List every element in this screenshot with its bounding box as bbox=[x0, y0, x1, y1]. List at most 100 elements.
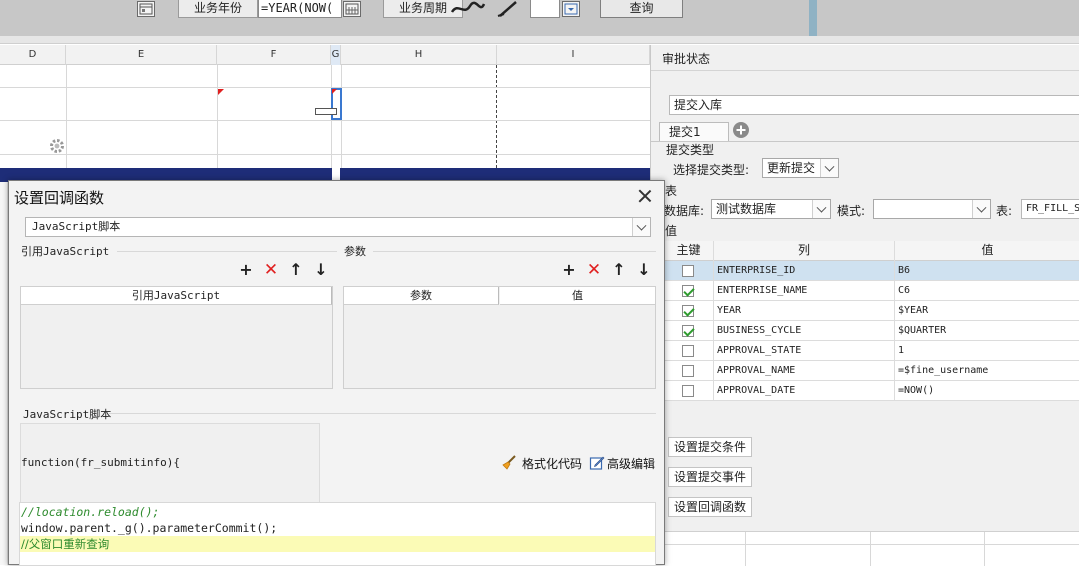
param-column-header: 参数 bbox=[344, 287, 499, 305]
column-header-h[interactable]: H bbox=[341, 45, 497, 65]
table-input[interactable]: FR_FILL_S bbox=[1021, 199, 1079, 219]
move-up-icon[interactable]: ↑ bbox=[287, 261, 305, 279]
table-row[interactable]: YEAR $YEAR bbox=[664, 301, 1079, 321]
table-row[interactable]: APPROVAL_NAME =$fine_username bbox=[664, 361, 1079, 381]
add-icon[interactable]: + bbox=[237, 261, 255, 279]
tab-submit-1[interactable]: 提交1 bbox=[659, 122, 729, 142]
column-name-cell[interactable]: ENTERPRISE_ID bbox=[714, 261, 895, 281]
choose-submit-type-label: 选择提交类型: bbox=[673, 163, 750, 177]
value-cell[interactable]: 1 bbox=[895, 341, 1079, 361]
format-code-link[interactable]: 格式化代码 bbox=[522, 455, 582, 472]
primary-key-checkbox[interactable] bbox=[682, 305, 694, 317]
value-column-header[interactable]: 值 bbox=[895, 241, 1079, 261]
database-label: 数据库: bbox=[664, 204, 705, 218]
value-section: 值 bbox=[665, 224, 678, 238]
primary-key-checkbox[interactable] bbox=[682, 325, 694, 337]
value-cell[interactable]: $QUARTER bbox=[895, 321, 1079, 341]
chevron-down-icon[interactable] bbox=[820, 159, 838, 177]
column-name-cell[interactable]: YEAR bbox=[714, 301, 895, 321]
submit-name-input[interactable]: 提交入库 bbox=[669, 95, 1079, 115]
chevron-down-icon[interactable] bbox=[632, 218, 650, 236]
grid-line bbox=[0, 87, 650, 88]
add-icon[interactable]: + bbox=[560, 261, 578, 279]
column-header-g[interactable]: G bbox=[331, 45, 341, 65]
key-cell bbox=[664, 281, 714, 301]
dropdown-icon[interactable] bbox=[562, 1, 580, 17]
grid-line bbox=[0, 154, 650, 155]
ref-js-list[interactable]: 引用JavaScript bbox=[20, 286, 333, 389]
callback-function-button[interactable]: 设置回调函数 bbox=[668, 497, 753, 517]
divider bbox=[117, 251, 337, 252]
database-select[interactable]: 测试数据库 bbox=[711, 199, 831, 219]
schema-select[interactable] bbox=[873, 199, 991, 219]
add-tab-icon[interactable] bbox=[733, 122, 749, 138]
function-signature: function(fr_submitinfo){ bbox=[21, 456, 180, 469]
column-header-row: D E F G H I bbox=[0, 45, 650, 65]
primary-key-checkbox[interactable] bbox=[682, 285, 694, 297]
callback-function-dialog: 设置回调函数 JavaScript脚本 引用JavaScript 参数 + ✕ … bbox=[8, 180, 665, 566]
submit-condition-button[interactable]: 设置提交条件 bbox=[668, 437, 753, 457]
table-row[interactable]: BUSINESS_CYCLE $QUARTER bbox=[664, 321, 1079, 341]
column-name-cell[interactable]: ENTERPRISE_NAME bbox=[714, 281, 895, 301]
column-name-cell[interactable]: BUSINESS_CYCLE bbox=[714, 321, 895, 341]
grid-line bbox=[217, 65, 218, 168]
calendar-icon[interactable] bbox=[343, 1, 361, 17]
delete-icon[interactable]: ✕ bbox=[262, 261, 280, 279]
column-header-e[interactable]: E bbox=[66, 45, 217, 65]
cell-widget-icon bbox=[315, 108, 337, 115]
value-column-header: 值 bbox=[500, 287, 655, 305]
period-select[interactable] bbox=[530, 0, 560, 18]
approval-status-label: 审批状态 bbox=[662, 52, 711, 66]
code-line-2: window.parent._g().parameterCommit(); bbox=[21, 521, 278, 535]
chevron-down-icon[interactable] bbox=[812, 200, 830, 218]
params-list[interactable]: 参数 值 bbox=[343, 286, 656, 389]
submit-type-value: 更新提交 bbox=[767, 161, 816, 175]
chevron-down-icon[interactable] bbox=[972, 200, 990, 218]
column-name-cell[interactable]: APPROVAL_NAME bbox=[714, 361, 895, 381]
delete-icon[interactable]: ✕ bbox=[585, 261, 603, 279]
column-name-cell[interactable]: APPROVAL_STATE bbox=[714, 341, 895, 361]
code-editor[interactable]: //location.reload(); window.parent._g().… bbox=[19, 502, 656, 566]
value-cell[interactable]: =$fine_username bbox=[895, 361, 1079, 381]
column-header-i[interactable]: I bbox=[497, 45, 650, 65]
column-name-cell[interactable]: APPROVAL_DATE bbox=[714, 381, 895, 401]
ref-js-section-label: 引用JavaScript bbox=[21, 245, 110, 258]
table-row[interactable]: APPROVAL_STATE 1 bbox=[664, 341, 1079, 361]
submit-event-button[interactable]: 设置提交事件 bbox=[668, 467, 753, 487]
gear-icon[interactable] bbox=[48, 137, 66, 155]
primary-key-checkbox[interactable] bbox=[682, 365, 694, 377]
edit-icon[interactable] bbox=[589, 455, 605, 471]
move-up-icon[interactable]: ↑ bbox=[610, 261, 628, 279]
key-column-header[interactable]: 主键 bbox=[664, 241, 714, 261]
close-icon[interactable] bbox=[636, 187, 654, 205]
table-row[interactable]: ENTERPRISE_NAME C6 bbox=[664, 281, 1079, 301]
column-header-f[interactable]: F bbox=[217, 45, 331, 65]
broom-icon[interactable] bbox=[501, 455, 517, 471]
submit-type-select[interactable]: 更新提交 bbox=[762, 158, 839, 178]
calendar-icon[interactable] bbox=[137, 1, 155, 17]
value-cell[interactable]: B6 bbox=[895, 261, 1079, 281]
column-name-header[interactable]: 列 bbox=[714, 241, 895, 261]
primary-key-checkbox[interactable] bbox=[682, 345, 694, 357]
table-row[interactable]: APPROVAL_DATE =NOW() bbox=[664, 381, 1079, 401]
year-input[interactable]: =YEAR(NOW( bbox=[258, 0, 342, 18]
grid-line bbox=[0, 120, 650, 121]
advanced-edit-link[interactable]: 高级编辑 bbox=[607, 455, 655, 472]
key-cell bbox=[664, 361, 714, 381]
grid-line bbox=[745, 532, 746, 566]
column-header-d[interactable]: D bbox=[0, 45, 66, 65]
page-break-line bbox=[496, 65, 497, 168]
move-down-icon[interactable]: ↓ bbox=[635, 261, 653, 279]
grid-line bbox=[651, 544, 1079, 545]
value-cell[interactable]: $YEAR bbox=[895, 301, 1079, 321]
code-line-1: //location.reload(); bbox=[21, 505, 160, 519]
table-row[interactable]: ENTERPRISE_ID B6 bbox=[664, 261, 1079, 281]
callback-type-select[interactable]: JavaScript脚本 bbox=[25, 217, 651, 237]
primary-key-checkbox[interactable] bbox=[682, 265, 694, 277]
cell-comment-marker bbox=[332, 89, 337, 94]
value-cell[interactable]: =NOW() bbox=[895, 381, 1079, 401]
query-button[interactable]: 查询 bbox=[600, 0, 683, 18]
value-cell[interactable]: C6 bbox=[895, 281, 1079, 301]
move-down-icon[interactable]: ↓ bbox=[312, 261, 330, 279]
primary-key-checkbox[interactable] bbox=[682, 385, 694, 397]
